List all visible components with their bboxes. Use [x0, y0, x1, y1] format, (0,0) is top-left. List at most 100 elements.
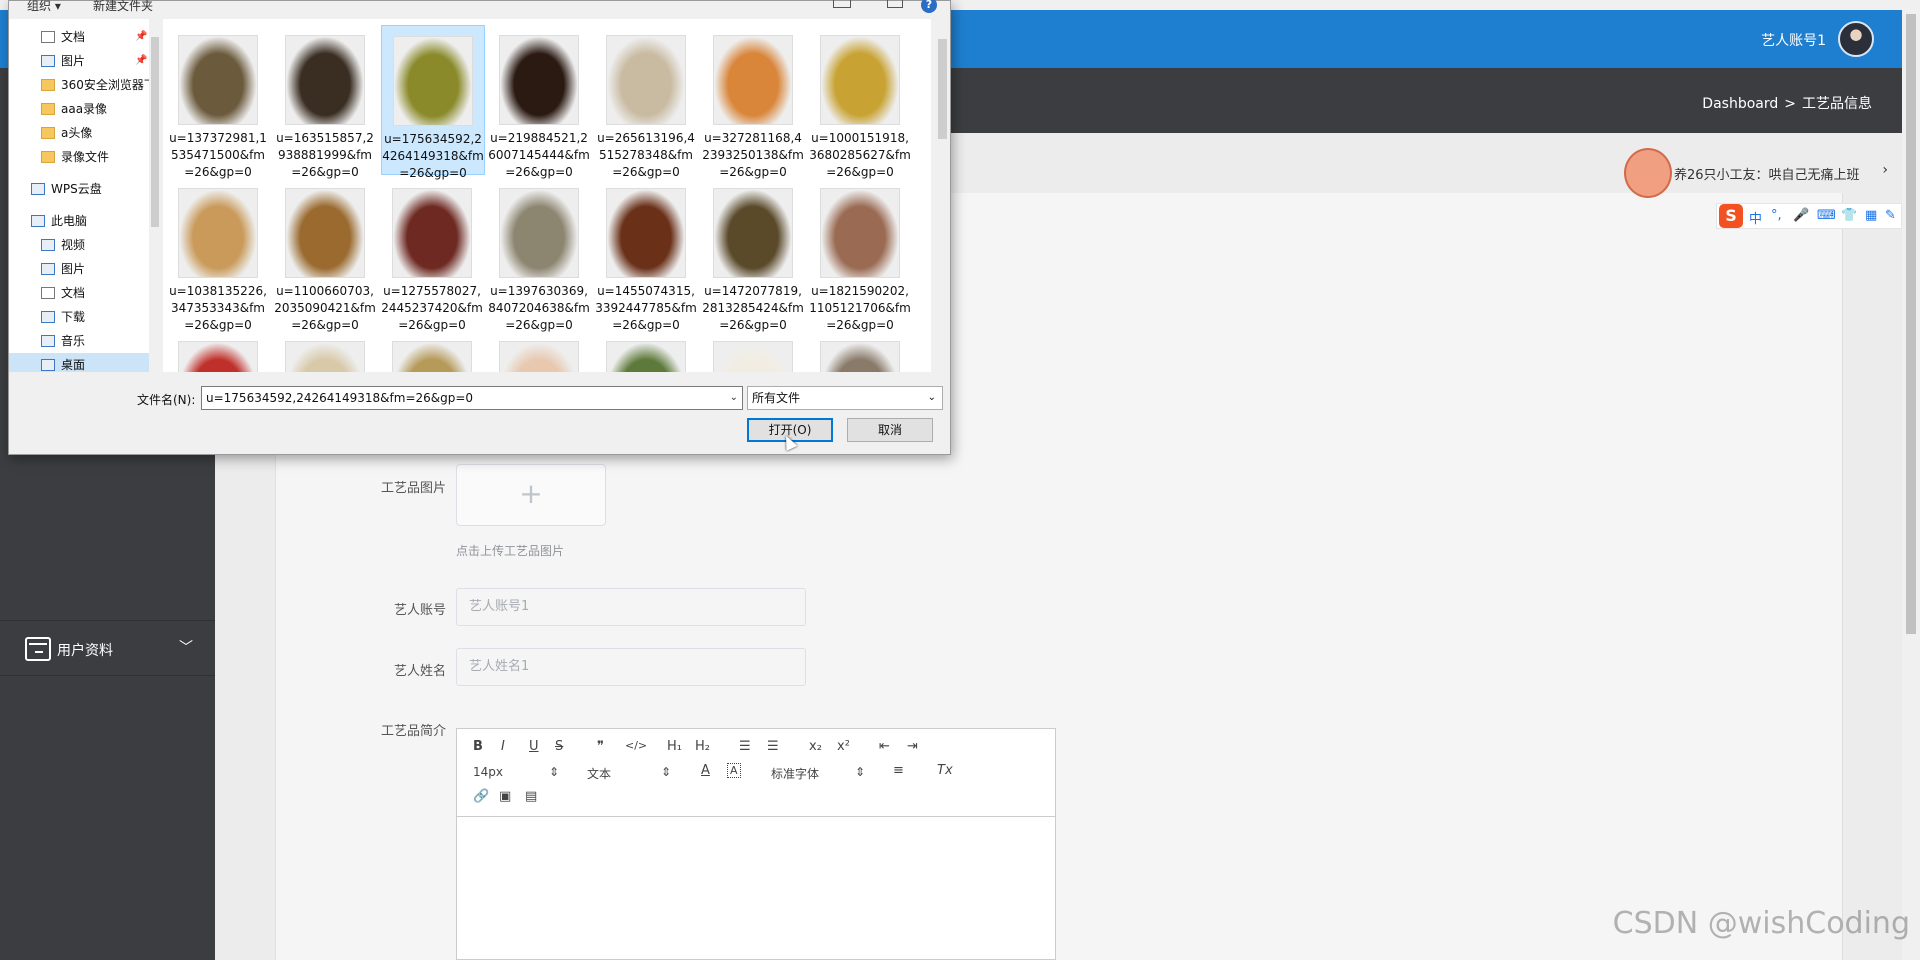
scrollbar-thumb[interactable] [1906, 14, 1916, 634]
file-tile[interactable] [381, 331, 485, 372]
image-thumbnail [713, 188, 793, 278]
file-tile[interactable]: u=1100660703,2035090421&fm=26&gp=0 [274, 178, 378, 332]
nav-item[interactable]: 文档 [9, 281, 159, 305]
nav-item[interactable]: WPS云盘 [9, 177, 159, 201]
underline-button[interactable]: U [529, 739, 539, 754]
folder-icon [41, 151, 55, 163]
navigation-scrollbar[interactable] [149, 19, 161, 372]
font-size-select[interactable]: 14px [473, 765, 503, 779]
breadcrumb-dashboard-link[interactable]: Dashboard [1702, 96, 1778, 112]
folder-icon [41, 103, 55, 115]
new-folder-button[interactable]: 新建文件夹 [93, 0, 153, 14]
nav-item[interactable]: 视频 [9, 233, 159, 257]
microphone-icon[interactable]: 🎤 [1793, 208, 1809, 223]
italic-button[interactable]: I [501, 739, 505, 754]
file-list-scrollbar[interactable] [935, 19, 950, 372]
image-upload-box[interactable]: + [456, 464, 606, 526]
file-tile[interactable]: u=137372981,1535471500&fm=26&gp=0 [167, 25, 271, 179]
file-tile[interactable]: u=1275578027,2445237420&fm=26&gp=0 [381, 178, 485, 332]
file-type-select[interactable]: 所有文件 ⌄ [747, 386, 943, 410]
ordered-list-button[interactable]: ☰ [739, 739, 751, 754]
sidebar-item-user-profile[interactable]: 用户资料 ﹀ [0, 620, 215, 676]
file-tile[interactable]: u=1000151918,3680285627&fm=26&gp=0 [809, 25, 913, 179]
cancel-button[interactable]: 取消 [847, 418, 933, 442]
file-tile[interactable]: u=1455074315,3392447785&fm=26&gp=0 [595, 178, 699, 332]
link-icon[interactable]: 🔗 [473, 789, 489, 804]
toolbox-icon[interactable]: ▦ [1865, 208, 1877, 223]
file-tile[interactable] [274, 331, 378, 372]
clear-format-button[interactable]: Tx [937, 763, 953, 778]
ime-banner[interactable]: 养26只小工友：哄自己无痛上班 › [1624, 148, 1900, 198]
file-tile[interactable]: u=1397630369,8407204638&fm=26&gp=0 [488, 178, 592, 332]
indent-button[interactable]: ⇥ [907, 739, 918, 754]
preview-pane-icon[interactable] [887, 0, 903, 8]
file-tile[interactable]: u=175634592,24264149318&fm=26&gp=0 [381, 25, 485, 180]
scrollbar-thumb[interactable] [938, 39, 947, 139]
page-scrollbar[interactable] [1902, 0, 1920, 960]
file-name: u=1000151918,3680285627&fm=26&gp=0 [809, 131, 911, 179]
nav-item[interactable]: 此电脑 [9, 209, 159, 233]
artist-name-input[interactable]: 艺人姓名1 [456, 648, 806, 686]
chevron-down-icon[interactable]: ⌄ [730, 387, 738, 409]
breadcrumb-separator: > [1784, 96, 1796, 112]
strike-button[interactable]: S [555, 739, 563, 754]
account-name[interactable]: 艺人账号1 [1761, 30, 1826, 50]
nav-item[interactable]: 360安全浏览器下 [9, 73, 159, 97]
image-thumbnail [606, 188, 686, 278]
file-tile[interactable]: u=1038135226,347353343&fm=26&gp=0 [167, 178, 271, 332]
image-thumbnail [820, 35, 900, 125]
help-icon[interactable]: ? [921, 0, 937, 13]
nav-item[interactable]: 图片 📌 [9, 49, 159, 73]
nav-item[interactable]: a头像 [9, 121, 159, 145]
file-tile[interactable] [595, 331, 699, 372]
file-tile[interactable]: u=219884521,26007145444&fm=26&gp=0 [488, 25, 592, 179]
text-type-select[interactable]: 文本 [587, 765, 611, 782]
h1-button[interactable]: H₁ [667, 739, 682, 754]
file-tile[interactable]: u=327281168,42393250138&fm=26&gp=0 [702, 25, 806, 179]
background-color-button[interactable]: A [727, 763, 741, 778]
avatar[interactable] [1838, 21, 1874, 57]
align-button[interactable]: ≡ [893, 763, 904, 778]
superscript-button[interactable]: x² [837, 739, 850, 754]
nav-item[interactable]: 文档 📌 [9, 25, 159, 49]
editor-body[interactable] [457, 817, 1055, 960]
font-color-button[interactable]: A [701, 763, 710, 778]
nav-item[interactable]: 音乐 [9, 329, 159, 353]
filename-input[interactable]: u=175634592,24264149318&fm=26&gp=0 ⌄ [201, 386, 743, 410]
file-tile[interactable] [488, 331, 592, 372]
video-icon[interactable]: ▤ [525, 789, 537, 804]
code-button[interactable]: </> [625, 739, 647, 752]
nav-item-label: 视频 [61, 238, 86, 252]
nav-item[interactable]: aaa录像 [9, 97, 159, 121]
outdent-button[interactable]: ⇤ [879, 739, 890, 754]
file-tile[interactable]: u=265613196,4515278348&fm=26&gp=0 [595, 25, 699, 179]
file-name: u=265613196,4515278348&fm=26&gp=0 [597, 131, 695, 179]
bullet-list-button[interactable]: ☰ [767, 739, 779, 754]
subscript-button[interactable]: x₂ [809, 739, 822, 754]
file-tile[interactable] [167, 331, 271, 372]
file-tile[interactable] [809, 331, 913, 372]
bold-button[interactable]: B [473, 739, 483, 754]
blockquote-button[interactable]: ❞ [597, 739, 604, 754]
keyboard-icon[interactable]: ⌨ [1817, 208, 1836, 223]
ime-chinese-mode-button[interactable]: 中 [1749, 208, 1762, 227]
nav-item[interactable]: 下载 [9, 305, 159, 329]
artist-account-input[interactable]: 艺人账号1 [456, 588, 806, 626]
font-family-select[interactable]: 标准字体 [771, 765, 819, 782]
ime-punctuation-button[interactable]: °, [1771, 208, 1782, 223]
file-tile[interactable]: u=163515857,2938881999&fm=26&gp=0 [274, 25, 378, 179]
h2-button[interactable]: H₂ [695, 739, 710, 754]
pen-icon[interactable]: ✎ [1885, 208, 1896, 223]
sogou-logo-icon[interactable]: S [1719, 204, 1743, 228]
file-tile[interactable]: u=1821590202,1105121706&fm=26&gp=0 [809, 178, 913, 332]
skin-icon[interactable]: 👕 [1841, 208, 1857, 223]
nav-item[interactable]: 录像文件 [9, 145, 159, 169]
nav-item[interactable]: 图片 [9, 257, 159, 281]
file-tile[interactable]: u=1472077819,2813285424&fm=26&gp=0 [702, 178, 806, 332]
file-tile[interactable] [702, 331, 806, 372]
organize-menu[interactable]: 组织 ▾ [27, 0, 61, 14]
scrollbar-thumb[interactable] [151, 37, 159, 227]
view-mode-icon[interactable] [833, 0, 851, 8]
image-icon[interactable]: ▣ [499, 789, 511, 804]
nav-item[interactable]: 桌面 [9, 353, 159, 372]
